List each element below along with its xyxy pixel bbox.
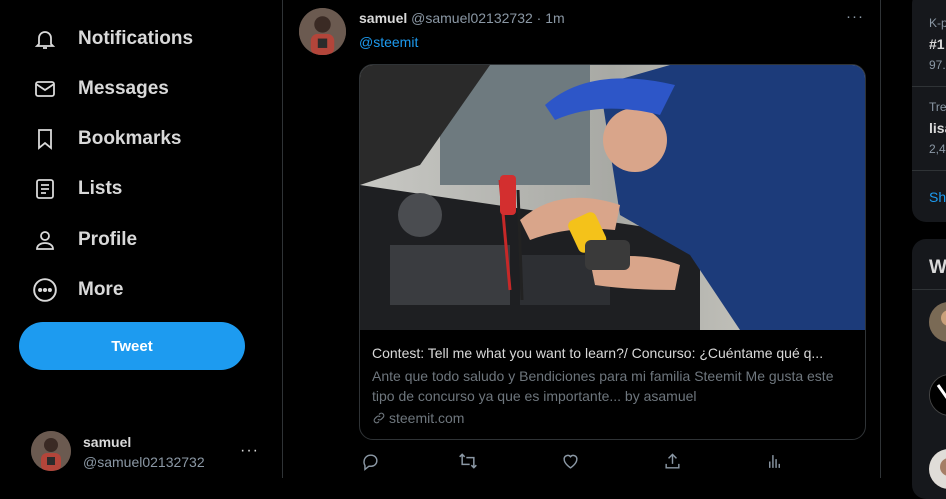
nav-bookmarks-label: Bookmarks [78, 128, 182, 149]
suggested-avatar[interactable] [929, 302, 946, 342]
nav-profile[interactable]: Profile [30, 220, 137, 260]
trends-panel: K-p #1 97. Tre lisa 2,4 Sh [912, 0, 946, 222]
card-domain-text: steemit.com [389, 410, 465, 426]
bookmark-icon [30, 124, 60, 154]
nav-messages-label: Messages [78, 78, 169, 99]
avatar [31, 431, 71, 471]
link-card[interactable]: Contest: Tell me what you want to learn?… [359, 64, 866, 440]
card-description: Ante que todo saludo y Bendiciones para … [372, 368, 834, 404]
nav-bookmarks[interactable]: Bookmarks [30, 119, 182, 159]
card-text: Contest: Tell me what you want to learn?… [372, 343, 857, 428]
card-title: Contest: Tell me what you want to learn?… [372, 345, 824, 361]
link-icon [372, 411, 386, 425]
account-name: samuel [83, 434, 132, 450]
card-domain: steemit.com [372, 408, 857, 428]
trend-category: Tre [929, 100, 946, 114]
reply-icon[interactable] [359, 450, 381, 472]
who-to-follow-heading: W [929, 257, 946, 278]
trend-divider [912, 170, 946, 171]
suggested-avatar[interactable] [929, 449, 946, 489]
tweet-author-name[interactable]: samuel [359, 10, 407, 26]
retweet-icon[interactable] [457, 450, 479, 472]
nav-lists-label: Lists [78, 178, 123, 199]
who-to-follow-panel: W [912, 239, 946, 499]
account-more-icon[interactable]: ··· [240, 442, 259, 460]
trend-count: 97. [929, 58, 946, 72]
nav-messages[interactable]: Messages [30, 69, 169, 109]
nav-notifications[interactable]: Notifications [30, 19, 193, 59]
list-icon [30, 174, 60, 204]
share-icon[interactable] [661, 450, 683, 472]
tweet[interactable]: samuel @samuel02132732 · 1m ··· @steemit [283, 0, 880, 478]
suggested-avatar[interactable] [929, 374, 946, 416]
like-icon[interactable] [559, 450, 581, 472]
panel-divider [912, 289, 946, 290]
more-circle-icon [30, 275, 60, 305]
tweet-more-icon[interactable]: ··· [846, 8, 864, 25]
nav-profile-label: Profile [78, 229, 138, 250]
account-switcher[interactable]: samuel @samuel02132732 ··· [31, 431, 271, 471]
tweet-mention-link[interactable]: @steemit [359, 34, 418, 50]
trend-category: K-p [929, 16, 946, 30]
trend-name[interactable]: #1 [929, 36, 945, 52]
trend-divider [912, 86, 946, 87]
tweet-avatar[interactable] [299, 8, 346, 55]
tweet-header: samuel @samuel02132732 · 1m [359, 10, 565, 26]
envelope-icon [30, 74, 60, 104]
nav-notifications-label: Notifications [78, 28, 194, 49]
sidebar-nav: Notifications Messages Bookmarks Lists P… [0, 0, 282, 478]
trend-count: 2,4 [929, 142, 946, 156]
nav-more-label: More [78, 279, 124, 300]
show-more-link[interactable]: Sh [929, 189, 946, 205]
tweet-button[interactable]: Tweet [19, 322, 245, 370]
card-image [360, 65, 865, 330]
tweet-time[interactable]: 1m [545, 10, 564, 26]
nav-more[interactable]: More [30, 270, 123, 310]
column-divider [880, 0, 881, 478]
tweet-actions [359, 450, 864, 474]
trend-name[interactable]: lisa [929, 120, 946, 136]
right-sidebar: K-p #1 97. Tre lisa 2,4 Sh W [912, 0, 946, 499]
account-handle: @samuel02132732 [83, 454, 205, 470]
analytics-icon[interactable] [763, 450, 785, 472]
bell-icon [30, 24, 60, 54]
nav-lists[interactable]: Lists [30, 169, 122, 209]
person-icon [30, 225, 60, 255]
tweet-author-handle[interactable]: @samuel02132732 [411, 10, 533, 26]
tweet-separator: · [536, 10, 542, 26]
